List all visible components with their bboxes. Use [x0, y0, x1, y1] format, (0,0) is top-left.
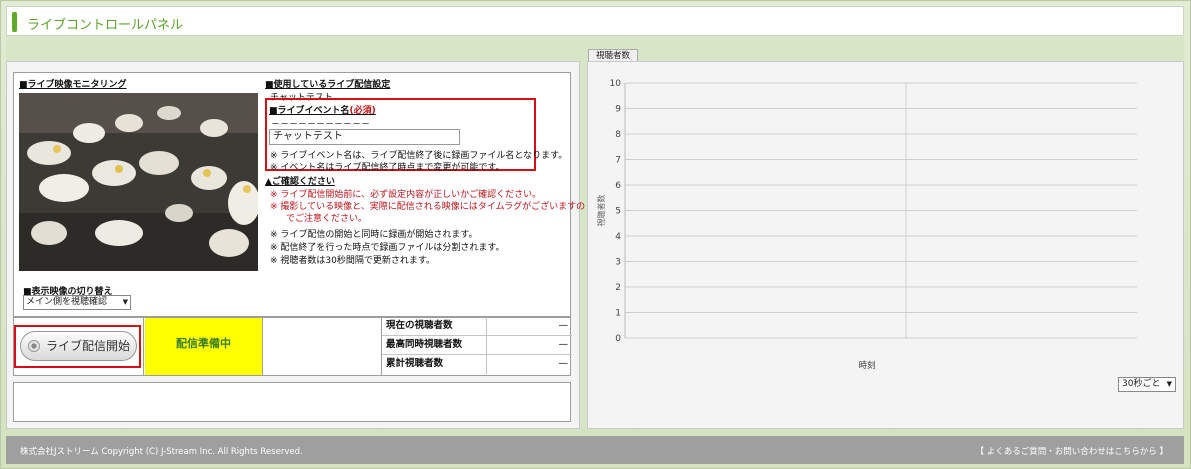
interval-value: 30秒ごと [1122, 379, 1161, 389]
faq-link[interactable]: 【 よくあるご質問・お問い合わせはこちらから 】 [976, 445, 1168, 457]
config-heading: ■使用しているライブ配信設定 [265, 80, 391, 90]
live-video-preview[interactable] [19, 93, 258, 271]
viewer-stats: 現在の視聴者数 — 最高同時視聴者数 — 累計視聴者数 — [381, 317, 572, 376]
video-frame [19, 93, 258, 271]
video-switch-select[interactable]: メイン側を視聴確認 ▼ [23, 295, 131, 310]
message-area [13, 382, 571, 422]
chevron-down-icon: ▼ [1166, 380, 1172, 388]
info-3: ※ 視聴者数は30秒間隔で更新されます。 [270, 256, 435, 266]
event-name-heading: ■ライブイベント名(必須) [269, 106, 376, 116]
interval-select[interactable]: 30秒ごと ▼ [1118, 377, 1176, 392]
info-2: ※ 配信終了を行った時点で録画ファイルは分割されます。 [270, 243, 505, 253]
y-tick-label: 0 [615, 334, 621, 344]
y-tick-label: 7 [615, 156, 621, 166]
viewer-label: 累計視聴者数 [386, 358, 444, 369]
y-tick-label: 10 [610, 79, 622, 89]
y-tick-label: 9 [615, 105, 621, 115]
viewer-chart: 0 1 2 3 4 5 6 7 8 9 10 時刻 視聴者数 [596, 79, 1137, 371]
info-1: ※ ライブ配信の開始と同時に録画が開始されます。 [270, 230, 478, 240]
footer: 株式会社Jストリーム Copyright (C) J-Stream Inc. A… [6, 436, 1184, 464]
title-bar: ライブコントロールパネル [6, 6, 1184, 36]
viewer-value: — [558, 339, 569, 350]
viewer-row-peak: 最高同時視聴者数 — [382, 336, 572, 355]
required-label: (必須) [349, 106, 376, 116]
warning-3: でご注意ください。 [286, 214, 368, 224]
chevron-down-icon: ▼ [122, 298, 128, 306]
page-title: ライブコントロールパネル [27, 18, 184, 33]
status-badge: 配信準備中 [145, 318, 263, 375]
y-tick-label: 1 [615, 309, 621, 319]
y-tick-label: 3 [615, 258, 621, 268]
y-tick-label: 5 [615, 207, 621, 217]
record-icon [28, 340, 40, 352]
y-tick-label: 8 [615, 130, 621, 140]
start-live-button[interactable]: ライブ配信開始 [20, 331, 137, 361]
viewer-value: — [558, 358, 569, 369]
y-axis-label: 視聴者数 [596, 195, 606, 227]
x-axis-label: 時刻 [858, 360, 875, 371]
viewer-row-current: 現在の視聴者数 — [382, 317, 572, 336]
confirm-heading: ▲ご確認ください [265, 177, 335, 187]
event-name-input[interactable]: チャットテスト [269, 129, 460, 145]
start-live-label: ライブ配信開始 [46, 339, 131, 353]
viewer-row-total: 累計視聴者数 — [382, 355, 572, 374]
y-tick-label: 6 [615, 181, 621, 191]
copyright-text: 株式会社Jストリーム Copyright (C) J-Stream Inc. A… [20, 447, 303, 457]
viewer-value: — [558, 320, 569, 331]
video-switch-value: メイン側を視聴確認 [26, 297, 108, 307]
y-tick-label: 4 [615, 232, 621, 242]
viewer-label: 最高同時視聴者数 [386, 339, 463, 350]
event-note-2: ※ イベント名はライブ配信終了時点まで変更が可能です。 [270, 163, 505, 173]
monitor-heading: ■ライブ映像モニタリング [19, 80, 127, 90]
y-tick-label: 2 [615, 283, 621, 293]
viewer-label: 現在の視聴者数 [386, 320, 453, 331]
title-accent [12, 12, 17, 32]
